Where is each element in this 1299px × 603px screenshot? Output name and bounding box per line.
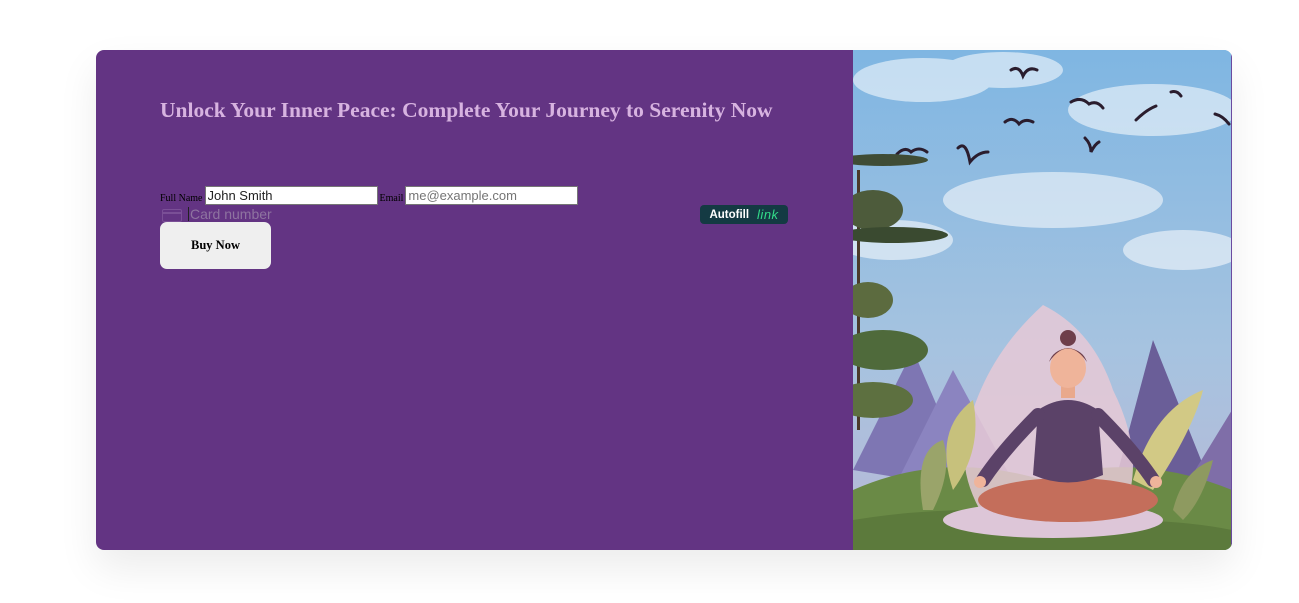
- meditating-woman-illustration: [853, 50, 1232, 550]
- full-name-label: Full Name: [160, 193, 203, 204]
- email-label: Email: [379, 193, 404, 204]
- page-title: Unlock Your Inner Peace: Complete Your J…: [160, 98, 773, 122]
- card-number-field[interactable]: [190, 206, 390, 222]
- autofill-label: Autofill: [709, 208, 750, 221]
- link-logo: link: [757, 207, 779, 222]
- card-number-row: [160, 205, 788, 223]
- email-field[interactable]: [405, 186, 579, 205]
- credit-card-icon: [160, 207, 184, 222]
- full-name-field[interactable]: [204, 186, 378, 205]
- contact-row: Full Name Email: [160, 186, 580, 205]
- checkout-card: Unlock Your Inner Peace: Complete Your J…: [96, 50, 1232, 550]
- text-caret: [188, 207, 189, 221]
- meditation-illustration: [853, 50, 1232, 550]
- checkout-panel: Unlock Your Inner Peace: Complete Your J…: [96, 50, 853, 550]
- autofill-link-button[interactable]: Autofill link: [700, 205, 788, 224]
- buy-now-button[interactable]: Buy Now: [160, 222, 271, 269]
